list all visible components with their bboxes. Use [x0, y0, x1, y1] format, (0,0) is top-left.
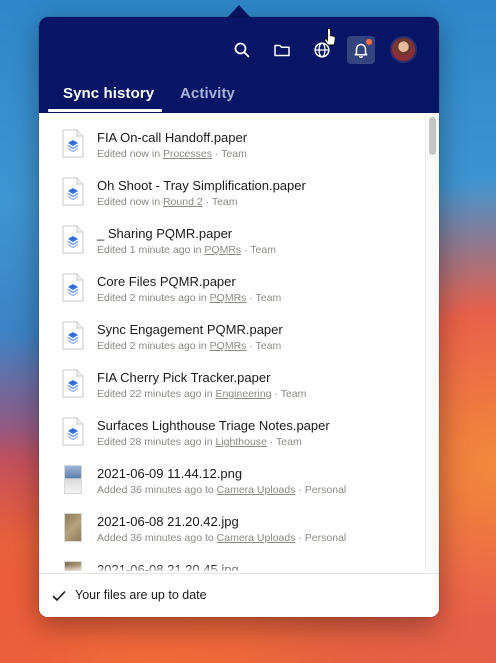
popover-header: Sync history Activity: [39, 17, 439, 113]
item-meta-prefix: Edited 1 minute ago in: [97, 244, 205, 256]
item-meta-suffix: · Personal: [295, 532, 347, 544]
item-meta-prefix: Edited 22 minutes ago in: [97, 388, 216, 400]
list-item[interactable]: Sync Engagement PQMR.paper Edited 2 minut…: [39, 313, 425, 361]
paper-doc-icon: [62, 417, 84, 446]
bell-icon[interactable]: [347, 36, 375, 64]
item-meta-suffix: · Team: [271, 388, 307, 400]
item-location-link[interactable]: Camera Uploads: [217, 532, 296, 544]
item-location-link[interactable]: PQMRs: [204, 244, 241, 256]
item-meta: Edited 22 minutes ago in Engineering · T…: [97, 388, 306, 400]
list-item[interactable]: FIA On-call Handoff.paper Edited now in P…: [39, 121, 425, 169]
list-item[interactable]: FIA Cherry Pick Tracker.paper Edited 22 m…: [39, 361, 425, 409]
item-meta-prefix: Edited 28 minutes ago in: [97, 436, 216, 448]
item-meta-suffix: · Team: [246, 292, 282, 304]
sync-status-text: Your files are up to date: [75, 588, 207, 602]
avatar[interactable]: [390, 36, 417, 63]
item-location-link[interactable]: Camera Uploads: [217, 484, 296, 496]
paper-doc-icon: [62, 225, 84, 254]
list-item[interactable]: Core Files PQMR.paper Edited 2 minutes ag…: [39, 265, 425, 313]
item-meta: Edited 2 minutes ago in PQMRs · Team: [97, 340, 281, 352]
item-meta-suffix: · Team: [266, 436, 302, 448]
item-meta: Edited 2 minutes ago in PQMRs · Team: [97, 292, 281, 304]
sync-history-list: FIA On-call Handoff.paper Edited now in P…: [39, 113, 425, 571]
list-item[interactable]: Oh Shoot - Tray Simplification.paper Edit…: [39, 169, 425, 217]
item-meta-suffix: · Team: [202, 196, 238, 208]
scrollbar-thumb[interactable]: [429, 117, 436, 155]
paper-doc-icon: [62, 321, 84, 350]
item-location-link[interactable]: Lighthouse: [216, 436, 267, 448]
active-tab-indicator: [48, 109, 162, 112]
paper-doc-icon: [62, 129, 84, 158]
item-meta-suffix: · Team: [246, 340, 282, 352]
item-meta: Edited 28 minutes ago in Lighthouse · Te…: [97, 436, 302, 448]
item-filename[interactable]: Sync Engagement PQMR.paper: [97, 322, 283, 337]
tab-bar: Sync history Activity: [39, 79, 439, 113]
item-filename[interactable]: Core Files PQMR.paper: [97, 274, 236, 289]
item-meta: Added 36 minutes ago to Camera Uploads ·…: [97, 532, 346, 544]
item-filename[interactable]: _ Sharing PQMR.paper: [97, 226, 232, 241]
tab-sync-history[interactable]: Sync history: [63, 85, 154, 102]
folder-icon[interactable]: [268, 36, 296, 64]
paper-doc-icon: [62, 177, 84, 206]
item-location-link[interactable]: PQMRs: [210, 340, 247, 352]
item-meta-prefix: Added 36 minutes ago to: [97, 484, 217, 496]
item-meta-prefix: Edited 2 minutes ago in: [97, 340, 210, 352]
item-filename[interactable]: 2021-06-08 21.20.42.jpg: [97, 514, 239, 529]
item-location-link[interactable]: Processes: [163, 148, 212, 160]
list-fade: [39, 565, 425, 573]
item-meta-prefix: Added 36 minutes ago to: [97, 532, 217, 544]
item-filename[interactable]: FIA On-call Handoff.paper: [97, 130, 247, 145]
item-filename[interactable]: FIA Cherry Pick Tracker.paper: [97, 370, 270, 385]
item-filename[interactable]: Oh Shoot - Tray Simplification.paper: [97, 178, 306, 193]
paper-doc-icon: [62, 273, 84, 302]
item-meta: Edited now in Processes · Team: [97, 148, 247, 160]
mouse-pointer-icon: [324, 27, 336, 46]
checkmark-icon: [52, 591, 66, 601]
item-location-link[interactable]: Round 2: [163, 196, 203, 208]
item-meta-suffix: · Team: [241, 244, 276, 256]
paper-doc-icon: [62, 369, 84, 398]
list-item[interactable]: 2021-06-08 21.20.42.jpg Added 36 minutes …: [39, 505, 425, 553]
item-filename[interactable]: Surfaces Lighthouse Triage Notes.paper: [97, 418, 330, 433]
scrollbar[interactable]: [425, 113, 439, 571]
item-meta: Edited now in Round 2 · Team: [97, 196, 238, 208]
list-item[interactable]: _ Sharing PQMR.paper Edited 1 minute ago …: [39, 217, 425, 265]
item-meta-prefix: Edited now in: [97, 148, 163, 160]
item-meta: Added 36 minutes ago to Camera Uploads ·…: [97, 484, 346, 496]
item-location-link[interactable]: Engineering: [216, 388, 272, 400]
photo-thumbnail: [64, 513, 82, 542]
item-meta: Edited 1 minute ago in PQMRs · Team: [97, 244, 276, 256]
tab-activity[interactable]: Activity: [180, 85, 235, 102]
list-item[interactable]: Surfaces Lighthouse Triage Notes.paper Ed…: [39, 409, 425, 457]
search-icon[interactable]: [228, 36, 256, 64]
item-location-link[interactable]: PQMRs: [210, 292, 247, 304]
item-meta-prefix: Edited 2 minutes ago in: [97, 292, 210, 304]
item-meta-suffix: · Team: [212, 148, 247, 160]
image-thumbnail: [64, 465, 82, 494]
sync-popover: Sync history Activity FIA On-call Handof…: [39, 17, 439, 617]
item-meta-prefix: Edited now in: [97, 196, 163, 208]
notification-dot: [366, 39, 372, 45]
item-filename[interactable]: 2021-06-09 11.44.12.png: [97, 466, 242, 481]
list-item[interactable]: 2021-06-09 11.44.12.png Added 36 minutes …: [39, 457, 425, 505]
item-meta-suffix: · Personal: [295, 484, 347, 496]
status-footer: Your files are up to date: [39, 573, 439, 617]
